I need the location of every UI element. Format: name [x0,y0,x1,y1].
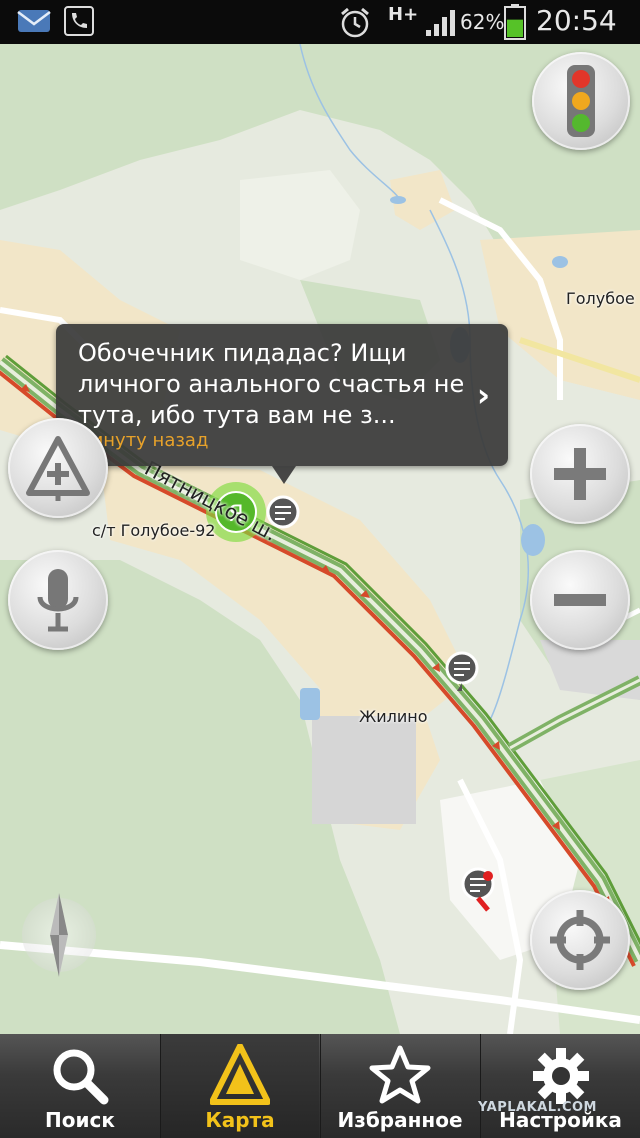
event-tooltip[interactable]: Обочечник пидадас? Ищи личного анального… [56,324,508,484]
alarm-icon [341,7,369,38]
tab-favorites-label: Избранное [337,1108,463,1132]
network-type: H+ [388,4,419,25]
place-label-zhilino: Жилино [359,707,428,726]
plus-icon [554,448,606,500]
voice-search-button[interactable] [8,550,108,650]
clock: 20:54 [536,4,617,37]
tooltip-tail [272,466,296,484]
zoom-in-button[interactable] [530,424,630,524]
map-icon [209,1043,271,1105]
locate-me-button[interactable] [530,890,630,990]
tab-favorites[interactable]: Избранное [321,1034,479,1138]
battery-icon [504,4,526,40]
tab-map-label: Карта [205,1108,275,1132]
event-message: Обочечник пидадас? Ищи личного анального… [78,339,465,429]
zoom-out-button[interactable] [530,550,630,650]
tab-map[interactable]: Карта [161,1034,319,1138]
missed-call-icon [64,6,94,36]
status-bar: H+ 62% 20:54 [0,0,640,44]
add-road-event-button[interactable] [8,418,108,518]
compass-icon [50,893,68,977]
watermark: YAPLAKAL.COM [478,1100,597,1115]
traffic-button[interactable] [532,52,630,150]
traffic-light-icon [567,65,595,137]
tab-search-label: Поиск [45,1108,115,1132]
map-view[interactable]: Я Голубое с/т Голубое-92 Жилино Пятницко… [0,44,640,1034]
battery-percent: 62% [460,10,505,34]
add-road-event-icon [26,436,90,501]
locate-me-icon [550,910,610,970]
signal-icon [426,10,455,36]
bottom-tab-bar: Поиск Карта Избранное Настройка [0,1034,640,1138]
minus-icon [554,594,606,606]
place-label-goluboe: Голубое [566,289,635,308]
compass-button[interactable] [22,893,96,977]
microphone-icon [37,569,79,632]
chevron-right-icon[interactable]: › [477,376,490,414]
gear-icon [532,1048,589,1104]
search-icon [53,1049,109,1105]
tab-search[interactable]: Поиск [0,1034,160,1138]
tab-settings[interactable]: Настройка [481,1034,640,1138]
mail-icon [17,10,51,32]
star-icon [369,1045,431,1104]
place-label-st-goluboe: с/т Голубое-92 [92,521,216,540]
